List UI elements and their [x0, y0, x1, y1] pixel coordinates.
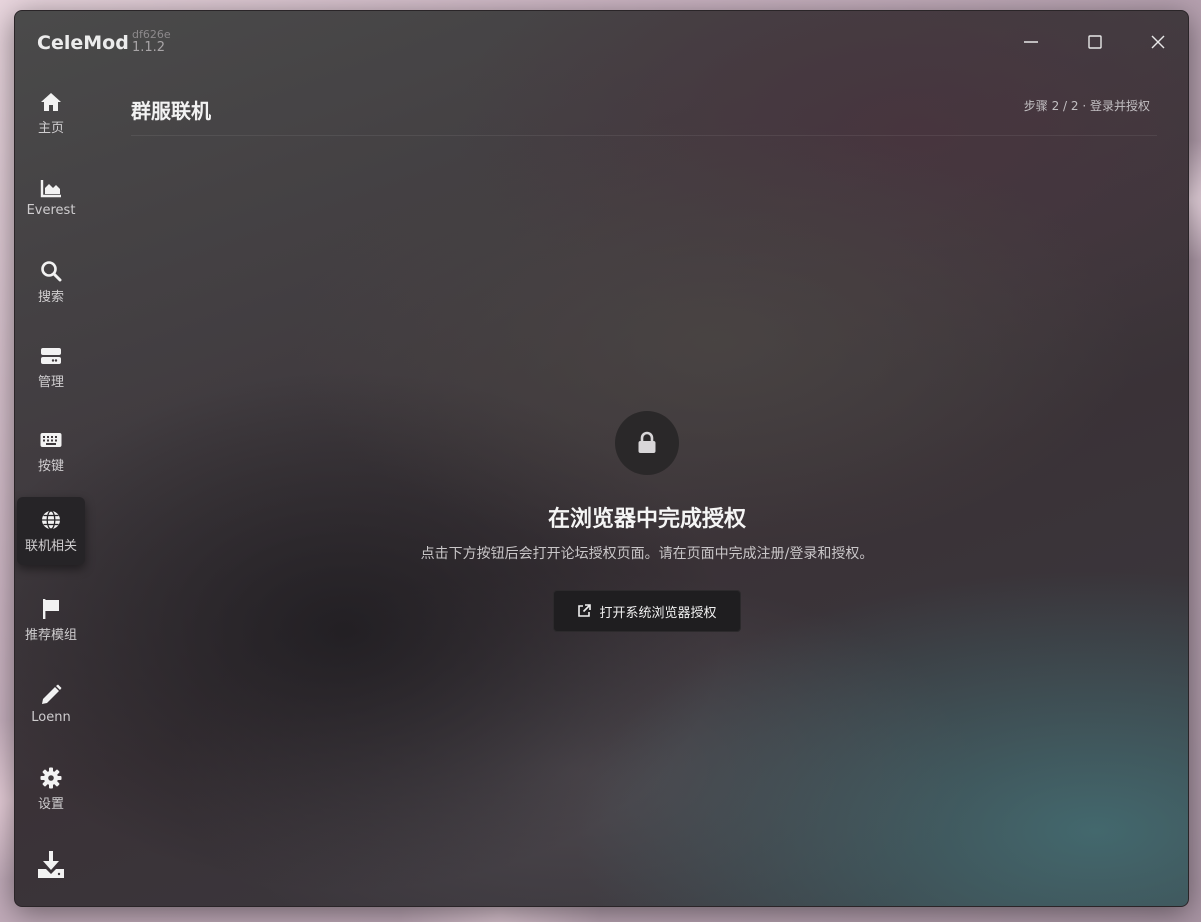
keyboard-icon: [40, 429, 62, 451]
sidebar-item-label: Everest: [26, 202, 76, 218]
sidebar-item-home[interactable]: 主页: [17, 79, 85, 147]
close-icon: [1151, 35, 1165, 49]
sidebar-item-label: 搜索: [37, 289, 64, 305]
search-icon: [40, 260, 62, 282]
sidebar-item-manage[interactable]: 管理: [17, 333, 85, 401]
lock-icon: [638, 431, 656, 453]
sidebar-item-search[interactable]: 搜索: [17, 248, 85, 316]
gear-icon: [40, 767, 62, 789]
sidebar-item-label: Loenn: [31, 709, 71, 725]
lock-badge: [615, 411, 679, 475]
sidebar-item-label: 主页: [37, 120, 64, 136]
close-button[interactable]: [1135, 25, 1181, 59]
minimize-icon: [1024, 41, 1038, 43]
open-browser-auth-button[interactable]: 打开系统浏览器授权: [553, 590, 741, 632]
flag-icon: [40, 598, 62, 620]
sidebar-item-recommended[interactable]: 推荐模组: [17, 586, 85, 654]
sidebar-item-label: 按键: [37, 458, 64, 474]
hard-drive-icon: [40, 345, 62, 367]
sidebar-item-download[interactable]: [17, 833, 85, 901]
app-version-info: df626e 1.1.2: [132, 29, 171, 55]
sidebar-item-label: 推荐模组: [24, 627, 77, 643]
header-divider: [131, 135, 1157, 136]
sidebar-item-everest[interactable]: Everest: [17, 163, 85, 231]
home-icon: [40, 91, 62, 113]
auth-heading: 在浏览器中完成授权: [547, 507, 746, 532]
auth-description: 点击下方按钮后会打开论坛授权页面。请在页面中完成注册/登录和授权。: [420, 546, 874, 562]
minimize-button[interactable]: [1008, 25, 1054, 59]
sidebar-item-settings[interactable]: 设置: [17, 755, 85, 823]
sidebar-item-label: 设置: [37, 796, 64, 812]
sidebar-item-keybind[interactable]: 按键: [17, 417, 85, 485]
download-icon: [36, 850, 66, 880]
title-bar[interactable]: CeleMod df626e 1.1.2: [15, 11, 1188, 75]
app-name: CeleMod: [37, 32, 129, 54]
page-title: 群服联机: [131, 99, 211, 123]
app-version: 1.1.2: [132, 40, 166, 55]
external-link-icon: [578, 604, 592, 617]
open-browser-auth-label: 打开系统浏览器授权: [599, 605, 717, 621]
sidebar-item-loenn[interactable]: Loenn: [17, 670, 85, 738]
app-window: CeleMod df626e 1.1.2 主页 Everest 搜索 管理 按键…: [14, 10, 1189, 907]
sidebar-item-label: 管理: [37, 374, 64, 390]
step-indicator: 步骤 2 / 2 · 登录并授权: [1023, 99, 1150, 113]
maximize-button[interactable]: [1072, 25, 1118, 59]
maximize-icon: [1088, 35, 1102, 49]
pencil-icon: [40, 684, 62, 706]
chart-area-icon: [40, 177, 62, 199]
